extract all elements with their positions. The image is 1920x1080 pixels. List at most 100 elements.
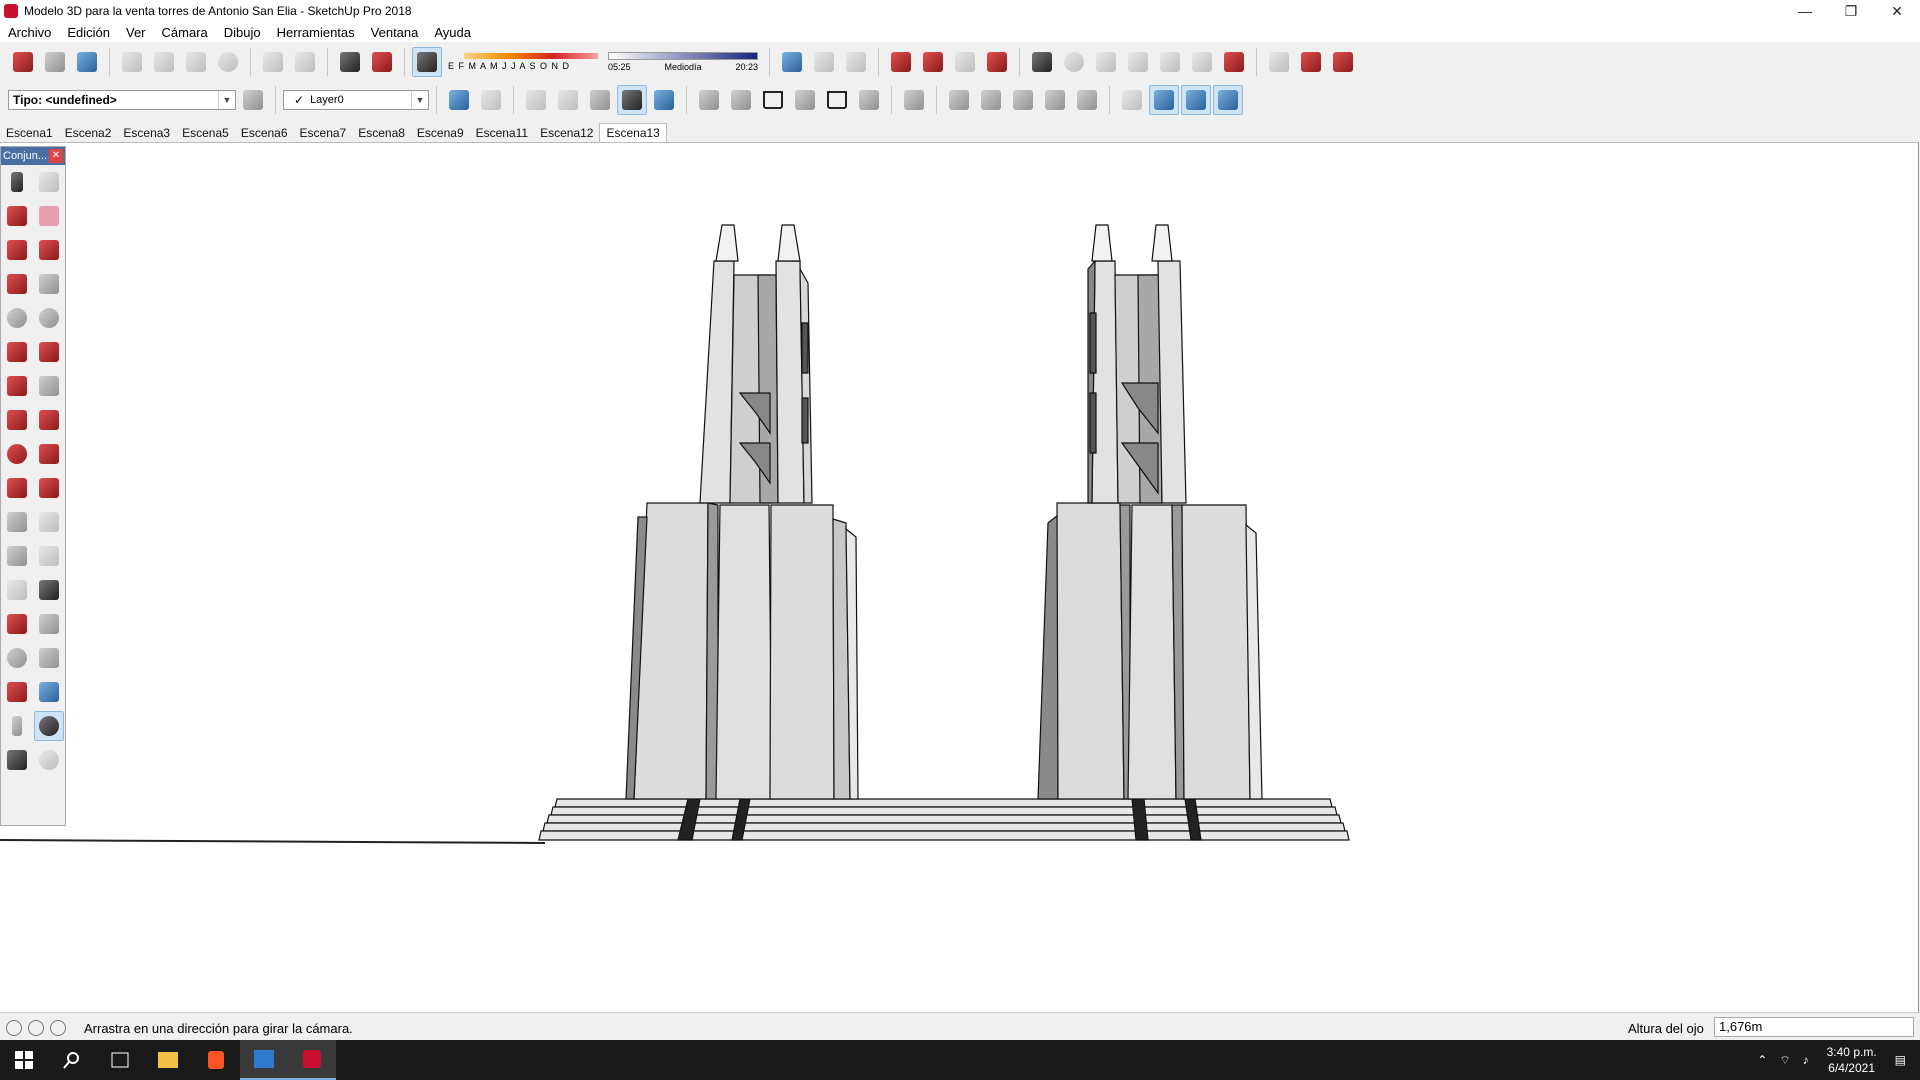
tab-escena2[interactable]: Escena2	[59, 124, 118, 142]
chevron-down-icon[interactable]: ▼	[411, 91, 428, 109]
zoom-extents-tool[interactable]	[2, 677, 32, 707]
warehouse-button[interactable]	[886, 47, 916, 77]
component-attributes-button[interactable]	[1328, 47, 1358, 77]
monochrome-button[interactable]	[649, 85, 679, 115]
menu-edicion[interactable]: Edición	[59, 25, 118, 40]
circle-tool[interactable]	[2, 303, 32, 333]
top-view-button[interactable]	[726, 85, 756, 115]
close-icon[interactable]: ✕	[49, 149, 63, 163]
intersect-button[interactable]	[944, 85, 974, 115]
model-viewport[interactable]	[0, 142, 1919, 1013]
start-button[interactable]	[0, 1040, 48, 1080]
display-section-cuts-button[interactable]	[1181, 85, 1211, 115]
erase-button[interactable]	[213, 47, 243, 77]
tab-escena12[interactable]: Escena12	[534, 124, 599, 142]
user-status-icon[interactable]	[50, 1020, 66, 1036]
component-options-button[interactable]	[1296, 47, 1326, 77]
position-camera-tool[interactable]	[2, 711, 32, 741]
open-file-button[interactable]	[40, 47, 70, 77]
file-explorer-button[interactable]	[144, 1040, 192, 1080]
clock[interactable]: 3:40 p.m. 6/4/2021	[1827, 1044, 1877, 1076]
tape-measure-tool[interactable]	[2, 507, 32, 537]
notifications-icon[interactable]: ▤	[1895, 1053, 1906, 1067]
type-selector[interactable]: Tipo: <undefined> ▼	[8, 90, 236, 110]
move-tool[interactable]	[2, 405, 32, 435]
polygon-tool[interactable]	[34, 303, 64, 333]
classifier-button[interactable]	[238, 85, 268, 115]
undo-button[interactable]	[258, 47, 288, 77]
xray-style-button[interactable]	[444, 85, 474, 115]
sandbox-button-5[interactable]	[1187, 47, 1217, 77]
left-view-button[interactable]	[854, 85, 884, 115]
eraser-tool[interactable]	[34, 201, 64, 231]
add-location-button[interactable]	[841, 47, 871, 77]
display-section-fill-button[interactable]	[1213, 85, 1243, 115]
offset-tool[interactable]	[34, 473, 64, 503]
sandbox-button-1[interactable]	[1059, 47, 1089, 77]
menu-dibujo[interactable]: Dibujo	[216, 25, 269, 40]
display-section-planes-button[interactable]	[1149, 85, 1179, 115]
tools-panel-header[interactable]: Conjun... ✕	[1, 147, 65, 165]
menu-camara[interactable]: Cámara	[154, 25, 216, 40]
wifi-icon[interactable]: ⌔	[1779, 1053, 1790, 1068]
model-canvas[interactable]	[0, 143, 1918, 1013]
shadow-date-slider[interactable]: E F M A M J J A S O N D	[448, 53, 598, 71]
save-button[interactable]	[72, 47, 102, 77]
geo-location-button[interactable]	[777, 47, 807, 77]
subtract-button[interactable]	[1008, 85, 1038, 115]
paint-bucket-tool[interactable]	[2, 201, 32, 231]
protractor-tool[interactable]	[2, 541, 32, 571]
arc-tool[interactable]	[2, 337, 32, 367]
tab-escena7[interactable]: Escena7	[294, 124, 353, 142]
iso-view-button[interactable]	[694, 85, 724, 115]
push-pull-tool[interactable]	[34, 405, 64, 435]
look-around-tool[interactable]	[34, 711, 64, 741]
new-file-button[interactable]	[8, 47, 38, 77]
menu-ventana[interactable]: Ventana	[363, 25, 427, 40]
geo-location-status-icon[interactable]	[6, 1020, 22, 1036]
sketchup-taskbar-button[interactable]	[288, 1040, 336, 1080]
split-button[interactable]	[1072, 85, 1102, 115]
sandbox-button-2[interactable]	[1091, 47, 1121, 77]
rectangle-tool[interactable]	[2, 269, 32, 299]
volume-icon[interactable]: ♪	[1803, 1053, 1809, 1067]
hidden-line-button[interactable]	[553, 85, 583, 115]
share-model-button[interactable]	[918, 47, 948, 77]
close-icon[interactable]: ✕	[1874, 0, 1920, 22]
tab-escena5[interactable]: Escena5	[176, 124, 235, 142]
right-view-button[interactable]	[790, 85, 820, 115]
zoom-window-tool[interactable]	[34, 643, 64, 673]
restore-icon[interactable]: ❐	[1828, 0, 1874, 22]
sandbox-button-3[interactable]	[1123, 47, 1153, 77]
wireframe-button[interactable]	[521, 85, 551, 115]
shadow-time-slider[interactable]: 05:25 Mediodía 20:23	[608, 52, 758, 72]
chevron-down-icon[interactable]: ▼	[218, 91, 235, 109]
line-tool[interactable]	[2, 235, 32, 265]
tab-escena8[interactable]: Escena8	[352, 124, 411, 142]
shadows-toggle-button[interactable]	[412, 47, 442, 77]
measurements-input[interactable]: 1,676m	[1714, 1017, 1914, 1037]
print-button[interactable]	[335, 47, 365, 77]
follow-me-tool[interactable]	[34, 439, 64, 469]
scale-tool[interactable]	[2, 473, 32, 503]
menu-ver[interactable]: Ver	[118, 25, 154, 40]
freehand-tool[interactable]	[34, 235, 64, 265]
extension-warehouse-button[interactable]	[982, 47, 1012, 77]
tab-escena9[interactable]: Escena9	[411, 124, 470, 142]
sandbox-button-4[interactable]	[1155, 47, 1185, 77]
paste-button[interactable]	[181, 47, 211, 77]
dimension-tool[interactable]	[34, 507, 64, 537]
brave-browser-button[interactable]	[192, 1040, 240, 1080]
3d-text-tool[interactable]	[34, 575, 64, 605]
three-point-arc-tool[interactable]	[2, 371, 32, 401]
stop-button[interactable]	[1219, 47, 1249, 77]
copy-button[interactable]	[149, 47, 179, 77]
back-view-button[interactable]	[822, 85, 852, 115]
front-view-button[interactable]	[758, 85, 788, 115]
rotate-tool[interactable]	[2, 439, 32, 469]
previous-view-tool[interactable]	[34, 677, 64, 707]
tab-escena3[interactable]: Escena3	[117, 124, 176, 142]
minimize-icon[interactable]: —	[1782, 0, 1828, 22]
make-component-tool[interactable]	[34, 167, 64, 197]
task-view-button[interactable]	[96, 1040, 144, 1080]
